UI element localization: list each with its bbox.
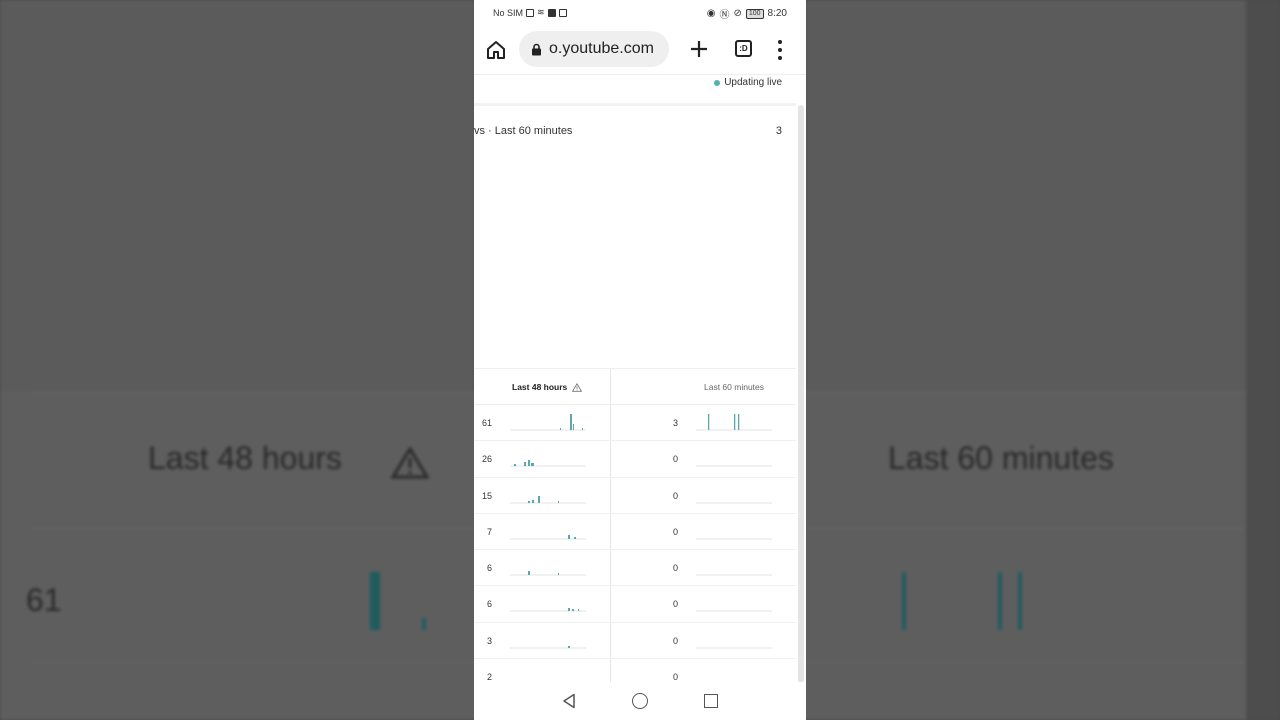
phone-screen: No SIM ≋ ◉ Ⓝ ⊘ 100 8:20 o.youtube.com:D… xyxy=(474,0,806,720)
value-60m: 0 xyxy=(672,599,678,610)
sparkline-48h xyxy=(510,460,586,467)
sparkline-60m xyxy=(696,538,772,540)
sparkline-60m xyxy=(696,465,772,467)
clock: 8:20 xyxy=(767,8,787,19)
metric-value: 3 xyxy=(775,125,782,137)
nav-home-icon[interactable] xyxy=(632,693,648,709)
mail-icon xyxy=(558,8,567,17)
bg-spark-bar xyxy=(422,618,426,630)
live-dot-icon xyxy=(714,79,721,86)
table-row[interactable]: 6 0 xyxy=(474,550,796,587)
value-60m: 0 xyxy=(672,490,678,501)
analytics-content: Updating live vs · Last 60 minutes 3 Las… xyxy=(474,74,806,696)
header-last-48-label: Last 48 hours xyxy=(512,382,568,392)
bg-spark-bar xyxy=(902,572,906,630)
sparkline-60m xyxy=(696,647,772,649)
sparkline-48h xyxy=(510,534,586,540)
browser-toolbar: o.youtube.com :D xyxy=(474,28,806,72)
mute-icon: ⊘ xyxy=(733,8,742,19)
carrier-text: No SIM xyxy=(493,7,524,18)
sparkline-48h xyxy=(510,495,586,504)
back-icon[interactable] xyxy=(562,693,576,709)
section-divider xyxy=(474,103,796,106)
value-60m: 0 xyxy=(672,563,678,574)
sim-icon xyxy=(526,8,535,17)
tabs-switcher-button[interactable]: :D xyxy=(735,40,752,57)
value-48h: 6 xyxy=(486,563,492,574)
table-row[interactable]: 6 0 xyxy=(474,586,796,623)
value-60m: 0 xyxy=(672,454,678,465)
url-text: o.youtube.com xyxy=(549,40,654,57)
live-status: Updating live xyxy=(714,77,782,88)
header-last-60-minutes[interactable]: Last 60 minutes xyxy=(704,382,764,392)
value-48h: 3 xyxy=(486,635,492,646)
page-scrollbar[interactable] xyxy=(798,105,804,683)
bg-scroll-edge xyxy=(1246,0,1280,720)
home-icon[interactable] xyxy=(485,39,507,61)
new-tab-icon[interactable] xyxy=(689,39,709,59)
status-bar: No SIM ≋ ◉ Ⓝ ⊘ 100 8:20 xyxy=(474,0,806,24)
live-status-text: Updating live xyxy=(724,77,782,88)
bg-spark-bar xyxy=(370,572,380,630)
recent-apps-icon[interactable] xyxy=(704,694,718,708)
top-content-table: Last 48 hours Last 60 minutes 61 3 26 0 … xyxy=(474,368,796,696)
android-nav-bar xyxy=(474,682,806,720)
value-60m: 0 xyxy=(672,672,678,683)
bg-header-48: Last 48 hours xyxy=(148,440,342,476)
more-menu-icon[interactable] xyxy=(776,40,784,60)
value-48h: 61 xyxy=(481,418,492,428)
nfc-icon: Ⓝ xyxy=(719,10,730,21)
value-60m: 3 xyxy=(672,418,678,428)
sparkline-60m xyxy=(696,574,772,576)
value-48h: 6 xyxy=(486,599,492,610)
value-48h: 26 xyxy=(481,454,492,465)
bg-spark-bar xyxy=(998,572,1002,630)
value-60m: 0 xyxy=(672,635,678,646)
header-last-48-hours[interactable]: Last 48 hours xyxy=(512,382,583,392)
wifi-icon: ≋ xyxy=(537,7,545,17)
table-header: Last 48 hours Last 60 minutes xyxy=(474,368,796,405)
bg-value-61: 61 xyxy=(26,582,62,618)
sparkline-60m xyxy=(696,502,772,504)
table-row[interactable]: 7 0 xyxy=(474,514,796,551)
value-48h: 2 xyxy=(486,672,492,683)
sparkline-48h xyxy=(510,608,586,612)
video-icon xyxy=(547,8,556,17)
battery-icon: 100 xyxy=(745,8,764,19)
table-row[interactable]: 26 0 xyxy=(474,441,796,478)
sparkline-48h xyxy=(510,571,586,576)
value-60m: 0 xyxy=(672,526,678,537)
bg-warning-icon xyxy=(390,446,430,479)
warning-icon[interactable] xyxy=(572,382,583,392)
address-bar[interactable]: o.youtube.com xyxy=(519,31,669,67)
bg-spark-bar xyxy=(1018,572,1022,630)
eye-icon: ◉ xyxy=(706,8,716,19)
table-row[interactable]: 15 0 xyxy=(474,478,796,514)
sparkline-60m xyxy=(696,610,772,612)
sparkline-48h xyxy=(510,645,586,649)
sparkline-48h xyxy=(510,414,586,431)
value-48h: 7 xyxy=(486,526,492,537)
sparkline-60m xyxy=(696,414,772,431)
lock-icon xyxy=(532,43,541,55)
bg-header-60: Last 60 minutes xyxy=(888,440,1114,476)
metric-title: vs · Last 60 minutes xyxy=(474,125,573,137)
table-row[interactable]: 3 0 xyxy=(474,623,796,660)
table-row[interactable]: 61 3 xyxy=(474,405,796,442)
value-48h: 15 xyxy=(481,490,492,501)
